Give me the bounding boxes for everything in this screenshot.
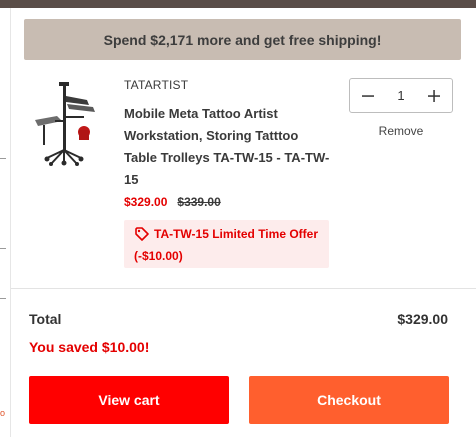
price-row: $329.00 $339.00 (124, 195, 221, 209)
remove-link[interactable]: Remove (349, 124, 453, 138)
backdrop-divider (0, 248, 6, 249)
cart-drawer: Spend $2,171 more and get free shipping!… (10, 8, 476, 437)
free-shipping-banner: Spend $2,171 more and get free shipping! (24, 19, 461, 60)
page-backdrop: o (0, 8, 10, 437)
product-title[interactable]: Mobile Meta Tattoo Artist Workstation, S… (124, 103, 334, 191)
tag-icon (135, 227, 149, 241)
sale-price: $329.00 (124, 195, 168, 209)
quantity-value[interactable]: 1 (397, 88, 404, 103)
view-cart-button[interactable]: View cart (29, 376, 229, 424)
discount-label: TA-TW-15 Limited Time Offer (-$10.00) (134, 227, 318, 263)
backdrop-divider (0, 298, 6, 299)
page-backdrop-header (0, 0, 476, 8)
compare-at-price: $339.00 (177, 195, 221, 209)
total-value: $329.00 (397, 311, 448, 327)
product-vendor: TATARTIST (124, 78, 189, 92)
savings-message: You saved $10.00! (29, 339, 150, 355)
tattoo-workstation-product-image[interactable] (29, 76, 101, 166)
backdrop-partial-text: o (0, 408, 6, 418)
total-label: Total (29, 311, 62, 327)
checkout-button[interactable]: Checkout (249, 376, 449, 424)
plus-icon[interactable] (424, 86, 444, 106)
quantity-stepper: 1 (349, 78, 453, 113)
discount-badge: TA-TW-15 Limited Time Offer (-$10.00) (124, 220, 329, 268)
divider (11, 288, 476, 289)
backdrop-divider (0, 158, 6, 159)
minus-icon[interactable] (358, 86, 378, 106)
